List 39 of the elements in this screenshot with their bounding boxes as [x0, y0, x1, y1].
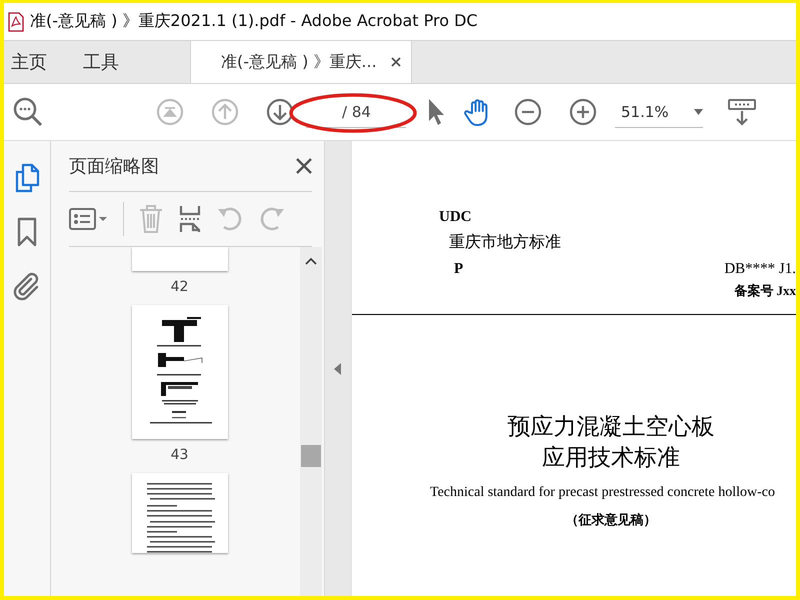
paperclip-icon[interactable] [13, 271, 41, 301]
document-title: 预应力混凝土空心板 [508, 413, 714, 442]
draft-note: （征求意见稿） [566, 511, 656, 529]
nav-tab[interactable]: 主页 [4, 41, 54, 83]
collapse-triangle-icon[interactable] [334, 362, 341, 374]
caret-icon [694, 108, 703, 114]
standard-type: 重庆市地方标准 [449, 232, 562, 253]
record-number: 备案号 Jxx [734, 282, 796, 300]
nav-tab[interactable]: 工具 [76, 41, 126, 83]
close-icon[interactable] [296, 158, 312, 174]
standard-number: DB**** J1. [724, 261, 796, 278]
zoom-dropdown[interactable]: 51.1% [615, 96, 703, 128]
close-icon[interactable] [390, 57, 401, 67]
scrollbar[interactable] [300, 247, 322, 596]
pdf-file-icon [8, 12, 24, 32]
window-title: 准(-意见稿 ) 》重庆2021.1 (1).pdf - Adobe Acrobat Pro DC [30, 11, 478, 32]
classification-code: P [454, 261, 464, 278]
page-number: 43 [170, 447, 188, 463]
scroll-up-icon[interactable] [305, 257, 317, 265]
zoom-out-icon[interactable] [514, 98, 542, 126]
arrow-pointer-icon[interactable] [426, 97, 446, 127]
options-list-icon[interactable] [69, 207, 109, 231]
zoom-in-icon[interactable] [569, 98, 597, 126]
pages-icon[interactable] [14, 163, 40, 193]
page-thumbnail[interactable] [132, 305, 228, 439]
page-thumbnail[interactable] [132, 247, 228, 271]
page-number: 42 [170, 279, 188, 295]
insert-page-icon[interactable] [178, 204, 202, 234]
panel-title: 页面缩略图 [69, 155, 159, 178]
document-title: 应用技术标准 [542, 444, 680, 473]
page-thumbnail[interactable] [132, 473, 228, 553]
bookmark-icon[interactable] [16, 217, 38, 247]
page-count: / 84 [342, 102, 371, 120]
search-icon[interactable] [12, 96, 44, 128]
document-tab[interactable]: 准(-意见稿 ) 》重庆... [190, 41, 412, 83]
scroll-mode-icon[interactable] [727, 97, 757, 127]
scrollbar-thumb[interactable] [301, 445, 321, 467]
udc-label: UDC [439, 209, 472, 226]
english-title: Technical standard for precast prestressed concrete hollow-co [430, 485, 776, 501]
